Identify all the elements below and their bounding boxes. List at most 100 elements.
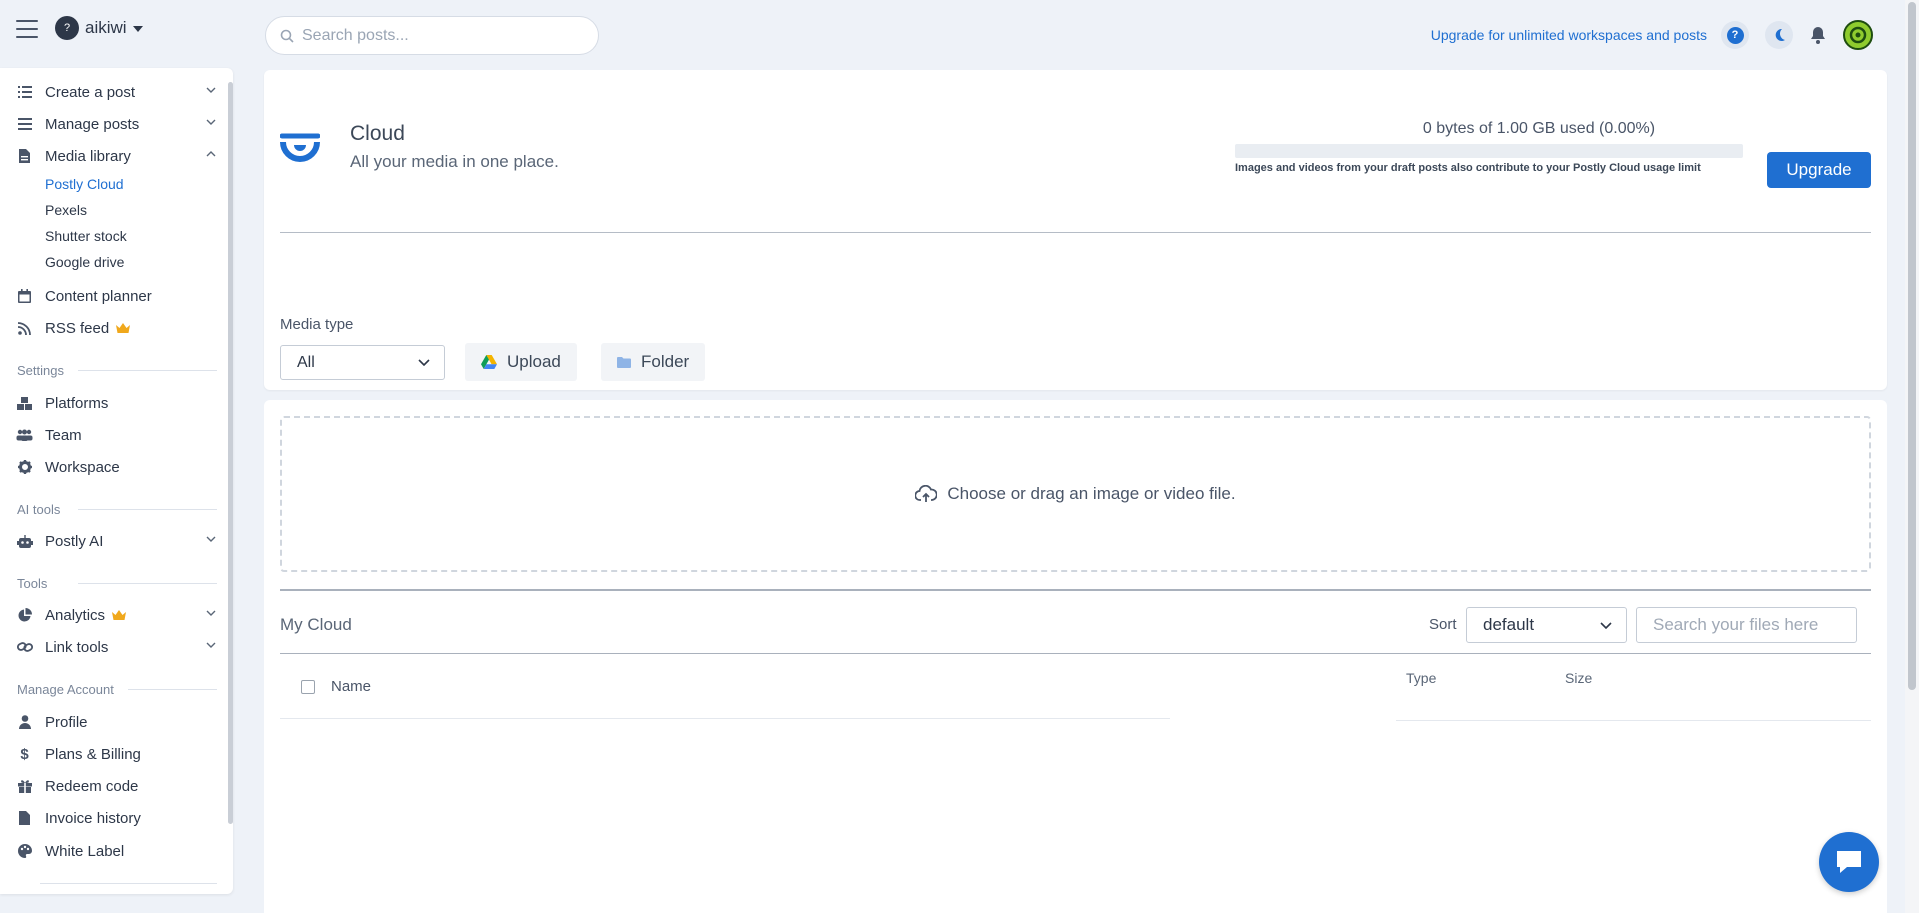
- page-scrollbar[interactable]: [1905, 0, 1919, 913]
- page-scrollbar-thumb[interactable]: [1908, 2, 1916, 690]
- sidebar-item-workspace[interactable]: Workspace: [16, 455, 216, 479]
- section-title: My Cloud: [280, 615, 352, 634]
- sidebar-subitem-pexels[interactable]: Pexels: [45, 202, 87, 218]
- lines-icon: [16, 116, 33, 133]
- sort-value: default: [1483, 615, 1535, 634]
- user-avatar[interactable]: [1843, 20, 1873, 50]
- divider: [280, 232, 1871, 233]
- chevron-up-icon: [206, 151, 216, 157]
- media-type-label: Media type: [280, 316, 354, 333]
- chat-support-button[interactable]: [1819, 832, 1879, 892]
- sidebar: Create a post Manage posts Media library…: [0, 68, 233, 894]
- sidebar-item-plans-billing[interactable]: $ Plans & Billing: [16, 742, 216, 766]
- divider: [78, 583, 217, 584]
- users-icon: [16, 427, 33, 444]
- file-search-box[interactable]: [1636, 607, 1857, 643]
- palette-icon: [16, 843, 33, 860]
- sidebar-item-label: Workspace: [45, 458, 120, 476]
- media-type-value: All: [297, 353, 315, 371]
- sidebar-item-profile[interactable]: Profile: [16, 710, 216, 734]
- sidebar-item-label: Manage posts: [45, 115, 140, 133]
- dark-mode-toggle[interactable]: [1765, 21, 1793, 49]
- rss-icon: [16, 320, 33, 337]
- sidebar-item-label: Platforms: [45, 394, 109, 412]
- upgrade-link[interactable]: Upgrade for unlimited workspaces and pos…: [1431, 27, 1707, 43]
- sidebar-item-team[interactable]: Team: [16, 423, 216, 447]
- sidebar-item-white-label[interactable]: White Label: [16, 839, 216, 863]
- column-header-type[interactable]: Type: [1406, 670, 1436, 686]
- divider: [280, 718, 1170, 719]
- chevron-down-icon: [1600, 621, 1612, 629]
- sidebar-subitem-postly-cloud[interactable]: Postly Cloud: [45, 176, 124, 192]
- folder-button[interactable]: Folder: [601, 343, 706, 381]
- cloud-upload-icon: [915, 485, 938, 502]
- cloud-header-card: Cloud All your media in one place. 0 byt…: [264, 70, 1887, 390]
- sidebar-item-redeem-code[interactable]: Redeem code: [16, 774, 216, 798]
- sidebar-item-label: Link tools: [45, 638, 109, 656]
- ai-tools-heading: AI tools: [17, 502, 61, 517]
- sidebar-item-platforms[interactable]: Platforms: [16, 391, 216, 415]
- sidebar-item-label: White Label: [45, 842, 125, 860]
- dollar-icon: $: [20, 745, 29, 763]
- sidebar-subitem-shutter-stock[interactable]: Shutter stock: [45, 228, 127, 244]
- sidebar-item-label: Profile: [45, 713, 88, 731]
- divider: [280, 653, 1871, 654]
- media-type-select[interactable]: All: [280, 345, 445, 380]
- select-all-checkbox[interactable]: [301, 680, 315, 694]
- upload-button[interactable]: Upload: [465, 343, 577, 381]
- workspace-avatar: ?: [55, 16, 79, 40]
- list-icon: [16, 84, 33, 101]
- storage-usage-note: Images and videos from your draft posts …: [1235, 162, 1701, 174]
- chevron-down-icon: [206, 610, 216, 616]
- sidebar-item-invoice-history[interactable]: Invoice history: [16, 806, 216, 830]
- gear-icon: [16, 459, 33, 476]
- bell-icon[interactable]: [1809, 25, 1827, 45]
- settings-heading: Settings: [17, 363, 64, 378]
- column-header-name[interactable]: Name: [331, 678, 371, 695]
- page-subtitle: All your media in one place.: [350, 152, 559, 171]
- menu-toggle-icon[interactable]: [16, 20, 38, 38]
- help-icon: ?: [1726, 26, 1744, 44]
- sidebar-item-label: Redeem code: [45, 777, 139, 795]
- column-header-size[interactable]: Size: [1565, 670, 1592, 686]
- sidebar-item-create-post[interactable]: Create a post: [16, 80, 216, 104]
- user-avatar-image: [1849, 26, 1867, 44]
- sidebar-item-label: Analytics: [45, 606, 106, 624]
- gift-icon: [16, 778, 33, 795]
- sidebar-item-content-planner[interactable]: Content planner: [16, 284, 216, 308]
- divider: [1396, 720, 1871, 721]
- sidebar-item-manage-posts[interactable]: Manage posts: [16, 112, 216, 136]
- pie-chart-icon: [16, 607, 33, 624]
- invoice-icon: [16, 810, 33, 827]
- divider: [78, 370, 217, 371]
- sidebar-subitem-google-drive[interactable]: Google drive: [45, 254, 124, 270]
- chevron-down-icon: [206, 642, 216, 648]
- tools-heading: Tools: [17, 576, 48, 591]
- file-dropzone[interactable]: Choose or drag an image or video file.: [280, 416, 1871, 572]
- search-posts-input[interactable]: [302, 26, 572, 45]
- sidebar-item-label: Invoice history: [45, 809, 141, 827]
- post-search-box[interactable]: [265, 16, 599, 55]
- sidebar-item-rss-feed[interactable]: RSS feed: [16, 316, 216, 340]
- sidebar-item-postly-ai[interactable]: Postly AI: [16, 529, 216, 553]
- page-title: Cloud: [350, 122, 405, 145]
- folder-icon: [617, 356, 631, 368]
- upload-button-label: Upload: [507, 352, 561, 371]
- sidebar-item-label: Plans & Billing: [45, 745, 141, 763]
- cubes-icon: [16, 395, 33, 412]
- chevron-down-icon: [418, 359, 430, 366]
- sidebar-item-media-library[interactable]: Media library: [16, 144, 216, 168]
- link-icon: [16, 639, 33, 656]
- sidebar-item-link-tools[interactable]: Link tools: [16, 635, 216, 659]
- manage-account-heading: Manage Account: [17, 682, 114, 697]
- sidebar-item-label: Content planner: [45, 287, 152, 305]
- upgrade-button[interactable]: Upgrade: [1767, 152, 1871, 188]
- help-button[interactable]: ?: [1721, 21, 1749, 49]
- sidebar-scrollbar[interactable]: [228, 82, 233, 824]
- sidebar-item-analytics[interactable]: Analytics: [16, 603, 216, 627]
- file-search-input[interactable]: [1653, 608, 1840, 642]
- workspace-switcher[interactable]: ? aikiwi: [55, 16, 143, 40]
- calendar-icon: [16, 288, 33, 305]
- sort-select[interactable]: default: [1466, 607, 1627, 643]
- sidebar-item-label: Create a post: [45, 83, 136, 101]
